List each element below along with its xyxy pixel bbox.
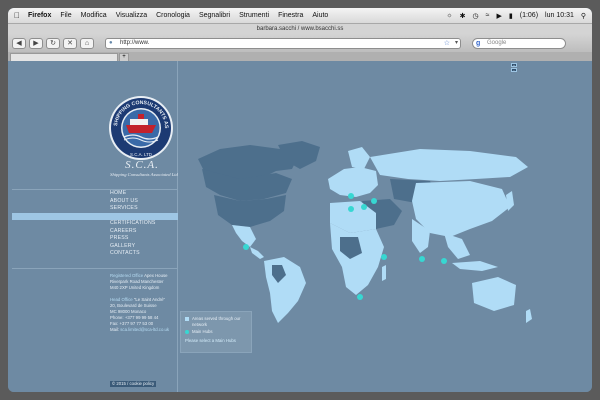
reload-button[interactable]: ↻ — [46, 37, 60, 49]
menu-aiuto[interactable]: Aiuto — [312, 12, 328, 19]
apple-icon[interactable]:  — [14, 11, 20, 20]
nav-item-contacts[interactable]: CONTACTS — [12, 250, 178, 258]
map-central-america — [250, 247, 264, 259]
map-australia — [472, 277, 516, 311]
menu-firefox[interactable]: Firefox — [28, 12, 51, 19]
mail-link[interactable]: sca.limited@sca-ltd.co.uk — [120, 327, 169, 332]
mac-menubar:  Firefox File Modifica Visualizza Crono… — [8, 8, 592, 24]
footer-cookie-policy[interactable]: © 2015 / cookie policy — [110, 381, 157, 387]
legend-areas-text: Areas served through our network — [192, 316, 241, 327]
nav-item-gallery[interactable]: GALLERY — [12, 243, 178, 251]
menu-strumenti[interactable]: Strumenti — [239, 12, 269, 19]
stop-button[interactable]: ✕ — [63, 37, 77, 49]
menu-file[interactable]: File — [60, 12, 71, 19]
hub-swatch — [185, 330, 189, 334]
nav-item-about-us[interactable]: ABOUT US — [12, 198, 178, 206]
head-office-value: "Le Saint André" — [133, 297, 166, 302]
map-europe — [328, 167, 378, 197]
legend-hint: Please select a Main Hubs — [185, 337, 236, 343]
back-button[interactable]: ◀ — [12, 37, 26, 49]
map-se-asia — [444, 233, 470, 259]
nav-item-home[interactable]: HOME — [12, 190, 178, 198]
stop-icon: ✕ — [67, 39, 73, 47]
menubar-clock[interactable]: lun 10:31 — [545, 12, 574, 19]
tab-bar: + — [8, 52, 592, 61]
legend-hubs-text: Main Hubs — [192, 329, 213, 334]
map-new-zealand — [526, 309, 532, 323]
url-dropdown-icon[interactable]: ▾ — [455, 39, 458, 48]
contact-block: Registered Office Apex House Riverpark R… — [12, 268, 178, 333]
menu-visualizza[interactable]: Visualizza — [116, 12, 147, 19]
home-icon: ⌂ — [84, 39, 90, 47]
head-office-label: Head Office — [110, 297, 133, 302]
hub-marker[interactable] — [419, 256, 425, 262]
bookmark-star-icon[interactable]: ☆ — [444, 39, 450, 48]
search-box[interactable]: g Google — [472, 37, 566, 49]
nav-item-services[interactable]: SERVICES — [12, 205, 178, 213]
map-madagascar — [382, 265, 386, 281]
site-identity-icon[interactable]: ● — [109, 39, 113, 48]
browser-window:  Firefox File Modifica Visualizza Crono… — [8, 8, 592, 392]
new-tab-button[interactable]: + — [119, 53, 129, 61]
hub-marker[interactable] — [243, 244, 249, 250]
menu-modifica[interactable]: Modifica — [81, 12, 107, 19]
menu-segnalibri[interactable]: Segnalibri — [199, 12, 230, 19]
map-south-america — [264, 257, 306, 323]
map-russia — [370, 149, 528, 181]
hub-marker[interactable] — [348, 206, 354, 212]
map-africa — [330, 223, 384, 295]
logo-ltd-text: S.C.A. LTD — [130, 152, 152, 157]
menu-cronologia[interactable]: Cronologia — [156, 12, 190, 19]
map-legend: Areas served through our network Main Hu… — [180, 311, 252, 353]
battery-icon[interactable]: ▮ — [509, 12, 513, 20]
map-indonesia — [452, 261, 498, 271]
map-mexico — [232, 225, 256, 247]
main-nav: HOME ABOUT US SERVICES CERTIFICATIONS CAREER… — [12, 189, 178, 258]
url-bar[interactable]: ● http://www. ☆ ▾ — [105, 37, 461, 49]
volume-icon[interactable]: ▶ — [497, 12, 502, 20]
zoom-out-button[interactable]: − — [511, 68, 517, 72]
sync-icon[interactable]: ☼ — [446, 12, 452, 19]
back-arrow-icon: ◀ — [16, 39, 22, 47]
hub-marker[interactable] — [348, 193, 354, 199]
hub-marker[interactable] — [361, 204, 367, 210]
map-asia — [412, 181, 510, 237]
hub-marker[interactable] — [441, 258, 447, 264]
tab-current[interactable] — [10, 53, 118, 61]
reload-icon: ↻ — [50, 39, 56, 47]
google-icon[interactable]: g — [476, 39, 480, 48]
brand-name: S.C.A. — [125, 159, 159, 171]
zoom-in-button[interactable]: + — [511, 63, 517, 67]
sidebar: SHIPPING CONSULTANTS ASSOCIATED S.C.A. L… — [12, 61, 178, 392]
wifi-icon[interactable]: ≈ — [486, 12, 490, 19]
page-content: SHIPPING CONSULTANTS ASSOCIATED S.C.A. L… — [8, 61, 592, 392]
browser-toolbar: ◀ ▶ ↻ ✕ ⌂ ● http://www. ☆ ▾ g Google — [8, 34, 592, 52]
company-logo[interactable]: SHIPPING CONSULTANTS ASSOCIATED S.C.A. L… — [108, 95, 174, 161]
search-placeholder: Google — [487, 39, 507, 46]
nav-item-selected[interactable] — [12, 212, 178, 220]
bluetooth-icon[interactable]: ✱ — [460, 12, 466, 20]
menu-finestra[interactable]: Finestra — [278, 12, 303, 19]
hub-marker[interactable] — [381, 254, 387, 260]
served-area-swatch — [185, 317, 189, 321]
nav-item-careers[interactable]: CAREERS — [12, 228, 178, 236]
forward-arrow-icon: ▶ — [33, 39, 39, 47]
map-scandinavia — [348, 147, 370, 169]
forward-button[interactable]: ▶ — [29, 37, 43, 49]
hub-marker[interactable] — [371, 198, 377, 204]
battery-status: (1:06) — [519, 12, 539, 19]
mail-label: Mail: — [110, 327, 120, 332]
hub-marker[interactable] — [357, 294, 363, 300]
spotlight-icon[interactable]: ⚲ — [581, 12, 586, 20]
registered-office-label: Registered Office — [110, 273, 144, 278]
registered-office-value: Apex House — [144, 273, 168, 278]
map-zoom-controls: + − — [511, 63, 517, 73]
url-text: http://www. — [120, 39, 150, 46]
nav-item-press[interactable]: PRESS — [12, 235, 178, 243]
brand-tagline: Shipping Consultants Associated Ltd — [110, 172, 178, 177]
nav-item-certifications[interactable]: CERTIFICATIONS — [12, 220, 178, 228]
window-title: barbara.sacchi / www.bsacchi.ss — [8, 24, 592, 34]
home-button[interactable]: ⌂ — [80, 37, 94, 49]
time-machine-icon[interactable]: ◷ — [473, 12, 479, 20]
